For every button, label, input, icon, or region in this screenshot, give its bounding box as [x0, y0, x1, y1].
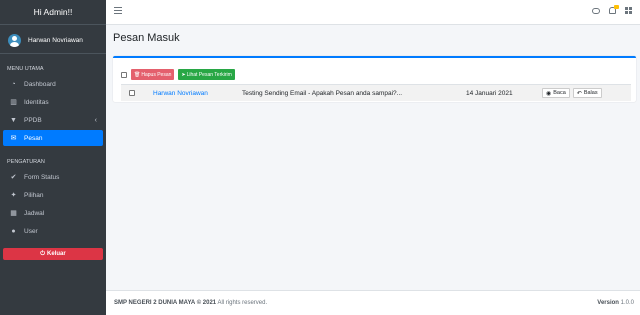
- footer: SMP NEGERI 2 DUNIA MAYA © 2021 All right…: [106, 290, 640, 315]
- bell-icon[interactable]: [609, 5, 619, 14]
- avatar: [8, 33, 21, 47]
- trash-icon: 🗑: [134, 71, 141, 78]
- delete-message-button[interactable]: 🗑 Hapus Pesan: [131, 69, 175, 80]
- version-value: 1.0.0: [618, 300, 634, 306]
- topbar: [106, 0, 640, 25]
- message-sender-link[interactable]: Harwan Novriawan: [153, 90, 208, 97]
- filter-icon: ▼: [10, 116, 17, 124]
- user-icon: ●: [11, 227, 16, 235]
- inbox-toolbar: 🗑 Hapus Pesan ➤ Lihat Pesan Terkirim: [121, 69, 235, 80]
- message-subject: Testing Sending Email - Apakah Pesan and…: [242, 89, 403, 97]
- user-panel[interactable]: Harwan Novriawan: [0, 27, 106, 54]
- page-title: Pesan Masuk: [113, 32, 180, 44]
- brand-title: Hi Admin!!: [33, 7, 73, 17]
- topbar-icons: [592, 5, 632, 14]
- footer-rights: All rights reserved.: [216, 300, 268, 306]
- row-checkbox[interactable]: [129, 90, 135, 96]
- sidebar-item-label: Identitas: [24, 98, 49, 106]
- envelope-icon: ✉: [10, 135, 17, 142]
- footer-school: SMP NEGERI 2 DUNIA MAYA © 2021: [114, 300, 217, 306]
- sidebar-item-label: PPDB: [24, 116, 42, 124]
- hamburger-menu-icon[interactable]: [114, 7, 122, 14]
- version-label: Version: [597, 300, 619, 306]
- send-icon: ➤: [181, 71, 186, 78]
- dashboard-icon: ◔: [11, 80, 16, 88]
- reply-icon: ↶: [576, 90, 582, 97]
- notification-badge: [614, 5, 619, 9]
- sidebar-item-dashboard[interactable]: ◔ Dashboard: [3, 76, 103, 92]
- brand-link[interactable]: Hi Admin!!: [0, 0, 106, 25]
- logout-button[interactable]: ⏻ Keluar: [3, 248, 103, 260]
- select-all-checkbox[interactable]: [121, 71, 127, 78]
- sidebar-item-pesan[interactable]: ✉ Pesan: [3, 130, 103, 146]
- sidebar-item-identitas[interactable]: ▥ Identitas: [3, 94, 103, 110]
- user-name: Harwan Novriawan: [28, 36, 83, 44]
- sidebar-item-label: Form Status: [24, 173, 60, 181]
- sidebar-item-label: Jadwal: [24, 209, 45, 217]
- reply-button[interactable]: ↶ Balas: [572, 88, 602, 98]
- power-icon: ⏻: [40, 250, 46, 257]
- view-sent-label: Lihat Pesan Terkirim: [186, 71, 232, 78]
- calendar-icon: ▦: [10, 210, 17, 217]
- reply-label: Balas: [583, 90, 598, 96]
- sidebar-item-label: Pilihan: [24, 191, 44, 199]
- chevron-left-icon: ‹: [94, 116, 97, 124]
- row-actions: ◉ Baca ↶ Balas: [542, 88, 602, 98]
- chat-icon[interactable]: [592, 7, 600, 14]
- magic-icon: ✦: [10, 192, 17, 199]
- sidebar-item-pilihan[interactable]: ✦ Pilihan: [3, 187, 103, 203]
- nav-header-settings: PENGATURAN: [7, 159, 45, 165]
- eye-icon: ◉: [546, 90, 552, 97]
- sidebar: Hi Admin!! Harwan Novriawan MENU UTAMA ◔…: [0, 0, 106, 315]
- read-label: Baca: [553, 90, 566, 96]
- message-date: 14 Januari 2021: [466, 89, 513, 97]
- sidebar-item-ppdb[interactable]: ▼ PPDB ‹: [3, 112, 103, 128]
- sidebar-item-jadwal[interactable]: ▦ Jadwal: [3, 205, 103, 221]
- footer-version: Version 1.0.0: [597, 300, 634, 306]
- check-circle-icon: ✔: [10, 174, 17, 181]
- sidebar-item-label: User: [24, 227, 38, 235]
- institution-icon: ▥: [10, 99, 17, 106]
- sidebar-item-label: Dashboard: [24, 80, 56, 88]
- sidebar-item-user[interactable]: ● User: [3, 223, 103, 239]
- read-button[interactable]: ◉ Baca: [542, 88, 570, 98]
- nav-header-main: MENU UTAMA: [7, 66, 44, 72]
- delete-message-label: Hapus Pesan: [141, 71, 172, 78]
- table-row: Harwan Novriawan Testing Sending Email -…: [121, 84, 631, 101]
- grid-icon[interactable]: [625, 7, 632, 14]
- logout-label: Keluar: [47, 251, 66, 257]
- inbox-card: 🗑 Hapus Pesan ➤ Lihat Pesan Terkirim Har…: [113, 56, 636, 102]
- sidebar-item-form-status[interactable]: ✔ Form Status: [3, 169, 103, 185]
- sidebar-item-label: Pesan: [24, 134, 43, 142]
- view-sent-button[interactable]: ➤ Lihat Pesan Terkirim: [178, 69, 235, 80]
- footer-copyright: SMP NEGERI 2 DUNIA MAYA © 2021 All right…: [114, 300, 267, 306]
